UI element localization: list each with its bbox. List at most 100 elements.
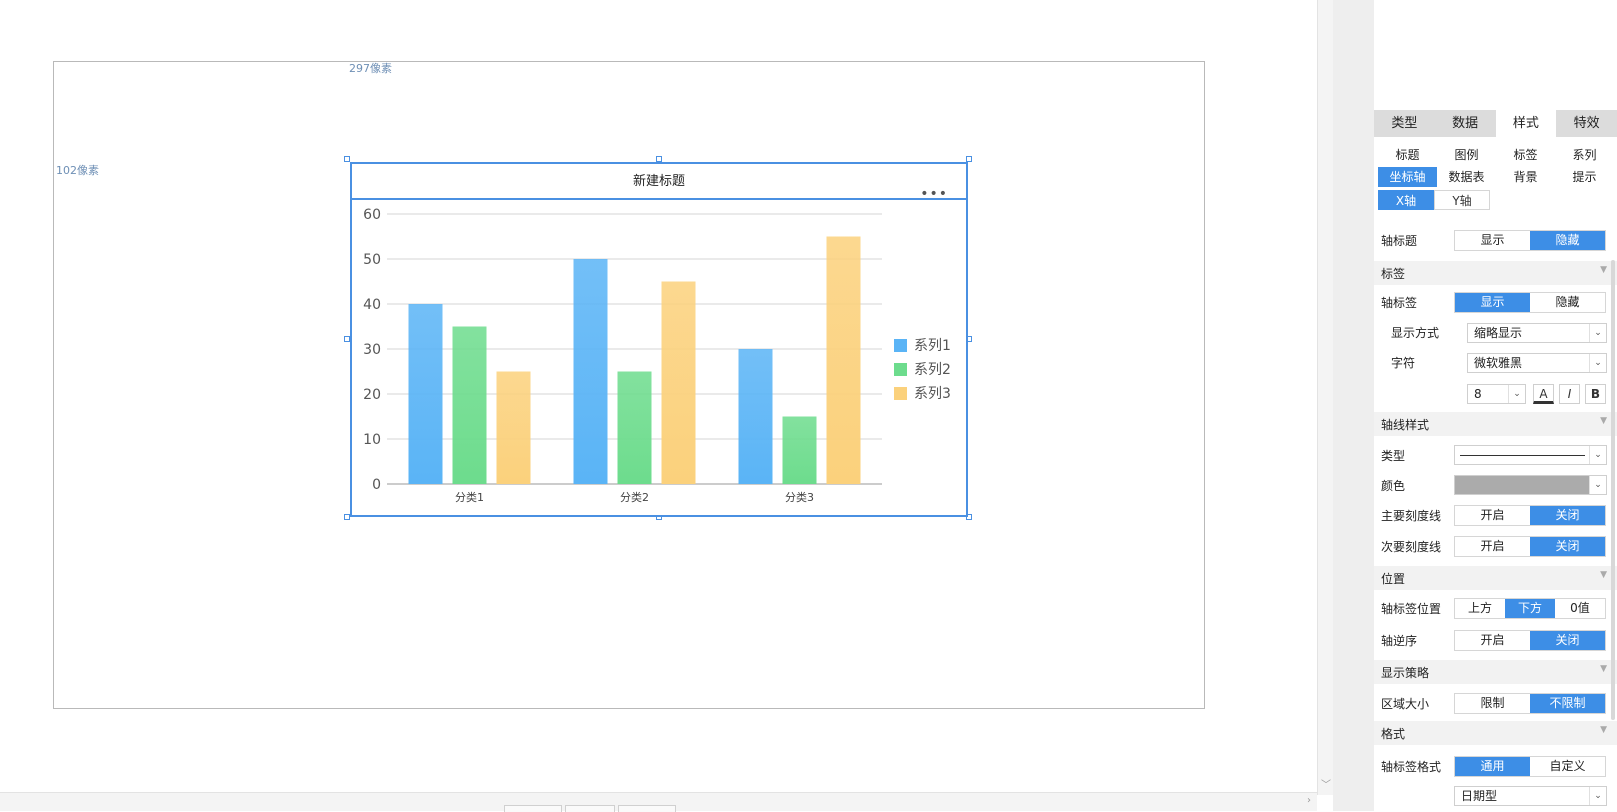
font-format-row: 8 ⌄ A I B <box>1374 382 1617 410</box>
line-preview <box>1460 455 1585 456</box>
subtab-datatable[interactable]: 数据表 <box>1437 167 1496 187</box>
subtab-axis[interactable]: 坐标轴 <box>1378 167 1437 187</box>
label-position-bottom[interactable]: 下方 <box>1505 599 1555 618</box>
y-tick-label: 10 <box>363 432 381 448</box>
collapse-caret-icon: ▼ <box>1600 664 1607 674</box>
bar-chart: 0 10 20 30 40 50 60 分类1 分类2 分类3 系列1 系列2 系列3 <box>363 207 951 504</box>
legend-swatch <box>894 387 907 400</box>
scroll-down-icon[interactable]: ﹀ <box>1321 776 1331 791</box>
bar <box>573 259 608 484</box>
axis-label-hide[interactable]: 隐藏 <box>1530 293 1605 312</box>
height-indicator: 102像素 <box>56 164 99 177</box>
chevron-down-icon: ⌄ <box>1589 446 1606 464</box>
subtab-title[interactable]: 标题 <box>1378 145 1437 165</box>
chart-title[interactable]: 新建标题 <box>352 164 966 200</box>
line-color-select[interactable]: ⌄ <box>1454 475 1607 495</box>
collapse-caret-icon: ▼ <box>1600 725 1607 735</box>
section-line-style[interactable]: 轴线样式 ▼ <box>1374 412 1617 436</box>
area-size-limit[interactable]: 限制 <box>1455 694 1530 713</box>
subtab-tooltip[interactable]: 提示 <box>1555 167 1614 187</box>
tab-data[interactable]: 数据 <box>1435 110 1496 137</box>
scroll-right-icon[interactable]: › <box>1307 795 1311 806</box>
label-format-toggle: 通用 自定义 <box>1454 756 1606 777</box>
date-type-select[interactable]: 日期型 ⌄ <box>1454 786 1607 806</box>
tab-y-axis[interactable]: Y轴 <box>1434 190 1490 210</box>
legend-label: 系列1 <box>914 338 951 354</box>
axis-label-toggle: 显示 隐藏 <box>1454 292 1606 313</box>
section-strategy[interactable]: 显示策略 ▼ <box>1374 660 1617 684</box>
bar <box>826 236 861 484</box>
label-format-general[interactable]: 通用 <box>1455 757 1530 776</box>
chart-widget[interactable]: 新建标题 ••• 0 10 20 30 40 50 60 分类1 分类2 分类3 系列1 系列2 系列3 <box>350 162 968 517</box>
reverse-toggle: 开启 关闭 <box>1454 630 1606 651</box>
label-position-label: 轴标签位置 <box>1381 602 1442 616</box>
section-position[interactable]: 位置 ▼ <box>1374 566 1617 590</box>
canvas-area[interactable]: 297像素 102像素 新建标题 ••• 0 10 20 30 40 50 60 分类1 分类2… <box>0 0 1317 811</box>
y-tick-label: 50 <box>363 252 381 268</box>
font-size-select[interactable]: 8 ⌄ <box>1467 384 1526 404</box>
reverse-off[interactable]: 关闭 <box>1530 631 1605 650</box>
line-type-label: 类型 <box>1381 449 1406 463</box>
font-color-button[interactable]: A <box>1533 384 1554 404</box>
minor-tick-label: 次要刻度线 <box>1381 540 1442 554</box>
label-position-toggle: 上方 下方 0值 <box>1454 598 1606 619</box>
bold-button[interactable]: B <box>1585 384 1606 404</box>
width-indicator: 297像素 <box>349 62 392 75</box>
tab-x-axis[interactable]: X轴 <box>1378 190 1434 210</box>
area-size-label: 区域大小 <box>1381 697 1430 711</box>
x-tick-label: 分类1 <box>455 490 484 504</box>
major-tick-off[interactable]: 关闭 <box>1530 506 1605 525</box>
axis-title-toggle: 显示 隐藏 <box>1454 230 1606 251</box>
style-subtabs: 标题 图例 标签 系列 坐标轴 数据表 背景 提示 <box>1378 145 1614 187</box>
chevron-down-icon: ⌄ <box>1589 476 1606 494</box>
area-size-row: 区域大小 限制 不限制 <box>1374 689 1617 717</box>
subtab-legend[interactable]: 图例 <box>1437 145 1496 165</box>
label-position-top[interactable]: 上方 <box>1455 599 1505 618</box>
tab-style[interactable]: 样式 <box>1495 110 1557 137</box>
subtab-series[interactable]: 系列 <box>1555 145 1614 165</box>
chevron-down-icon: ⌄ <box>1589 354 1606 372</box>
axis-title-show[interactable]: 显示 <box>1455 231 1530 250</box>
bar <box>782 416 817 484</box>
y-tick-label: 60 <box>363 207 381 223</box>
minor-tick-row: 次要刻度线 开启 关闭 <box>1374 532 1617 560</box>
label-position-zero[interactable]: 0值 <box>1555 599 1605 618</box>
major-tick-on[interactable]: 开启 <box>1455 506 1530 525</box>
axis-title-hide[interactable]: 隐藏 <box>1530 231 1605 250</box>
legend-label: 系列3 <box>914 386 951 402</box>
legend-swatch <box>894 363 907 376</box>
reverse-label: 轴逆序 <box>1381 634 1418 648</box>
line-color-row: 颜色 ⌄ <box>1374 471 1617 499</box>
y-tick-label: 30 <box>363 342 381 358</box>
font-family-select[interactable]: 微软雅黑 ⌄ <box>1467 353 1607 373</box>
tab-type[interactable]: 类型 <box>1374 110 1435 137</box>
display-mode-select[interactable]: 缩略显示 ⌄ <box>1467 323 1607 343</box>
section-label[interactable]: 标签 ▼ <box>1374 261 1617 285</box>
section-format[interactable]: 格式 ▼ <box>1374 721 1617 745</box>
axis-tabs: X轴 Y轴 <box>1378 190 1490 210</box>
minor-tick-off[interactable]: 关闭 <box>1530 537 1605 556</box>
tab-effects[interactable]: 特效 <box>1556 110 1617 137</box>
label-format-label: 轴标签格式 <box>1381 760 1442 774</box>
canvas-vertical-scrollbar[interactable]: ﹀ <box>1317 0 1333 795</box>
display-mode-label: 显示方式 <box>1391 326 1440 340</box>
italic-button[interactable]: I <box>1559 384 1580 404</box>
bar <box>452 326 487 484</box>
line-type-select[interactable]: ⌄ <box>1454 445 1607 465</box>
axis-title-row: 轴标题 显示 隐藏 <box>1374 226 1617 254</box>
axis-label-show[interactable]: 显示 <box>1455 293 1530 312</box>
panel-scrollbar[interactable] <box>1611 260 1615 720</box>
canvas-horizontal-scrollbar[interactable]: › <box>0 792 1317 812</box>
legend-label: 系列2 <box>914 362 951 378</box>
area-size-unlimited[interactable]: 不限制 <box>1530 694 1605 713</box>
line-color-label: 颜色 <box>1381 479 1406 493</box>
label-position-row: 轴标签位置 上方 下方 0值 <box>1374 594 1617 622</box>
reverse-on[interactable]: 开启 <box>1455 631 1530 650</box>
label-format-custom[interactable]: 自定义 <box>1530 757 1605 776</box>
subtab-label[interactable]: 标签 <box>1496 145 1555 165</box>
panel-gutter <box>1333 0 1374 811</box>
subtab-background[interactable]: 背景 <box>1496 167 1555 187</box>
collapse-caret-icon: ▼ <box>1600 416 1607 426</box>
chevron-down-icon: ⌄ <box>1589 324 1606 342</box>
minor-tick-on[interactable]: 开启 <box>1455 537 1530 556</box>
